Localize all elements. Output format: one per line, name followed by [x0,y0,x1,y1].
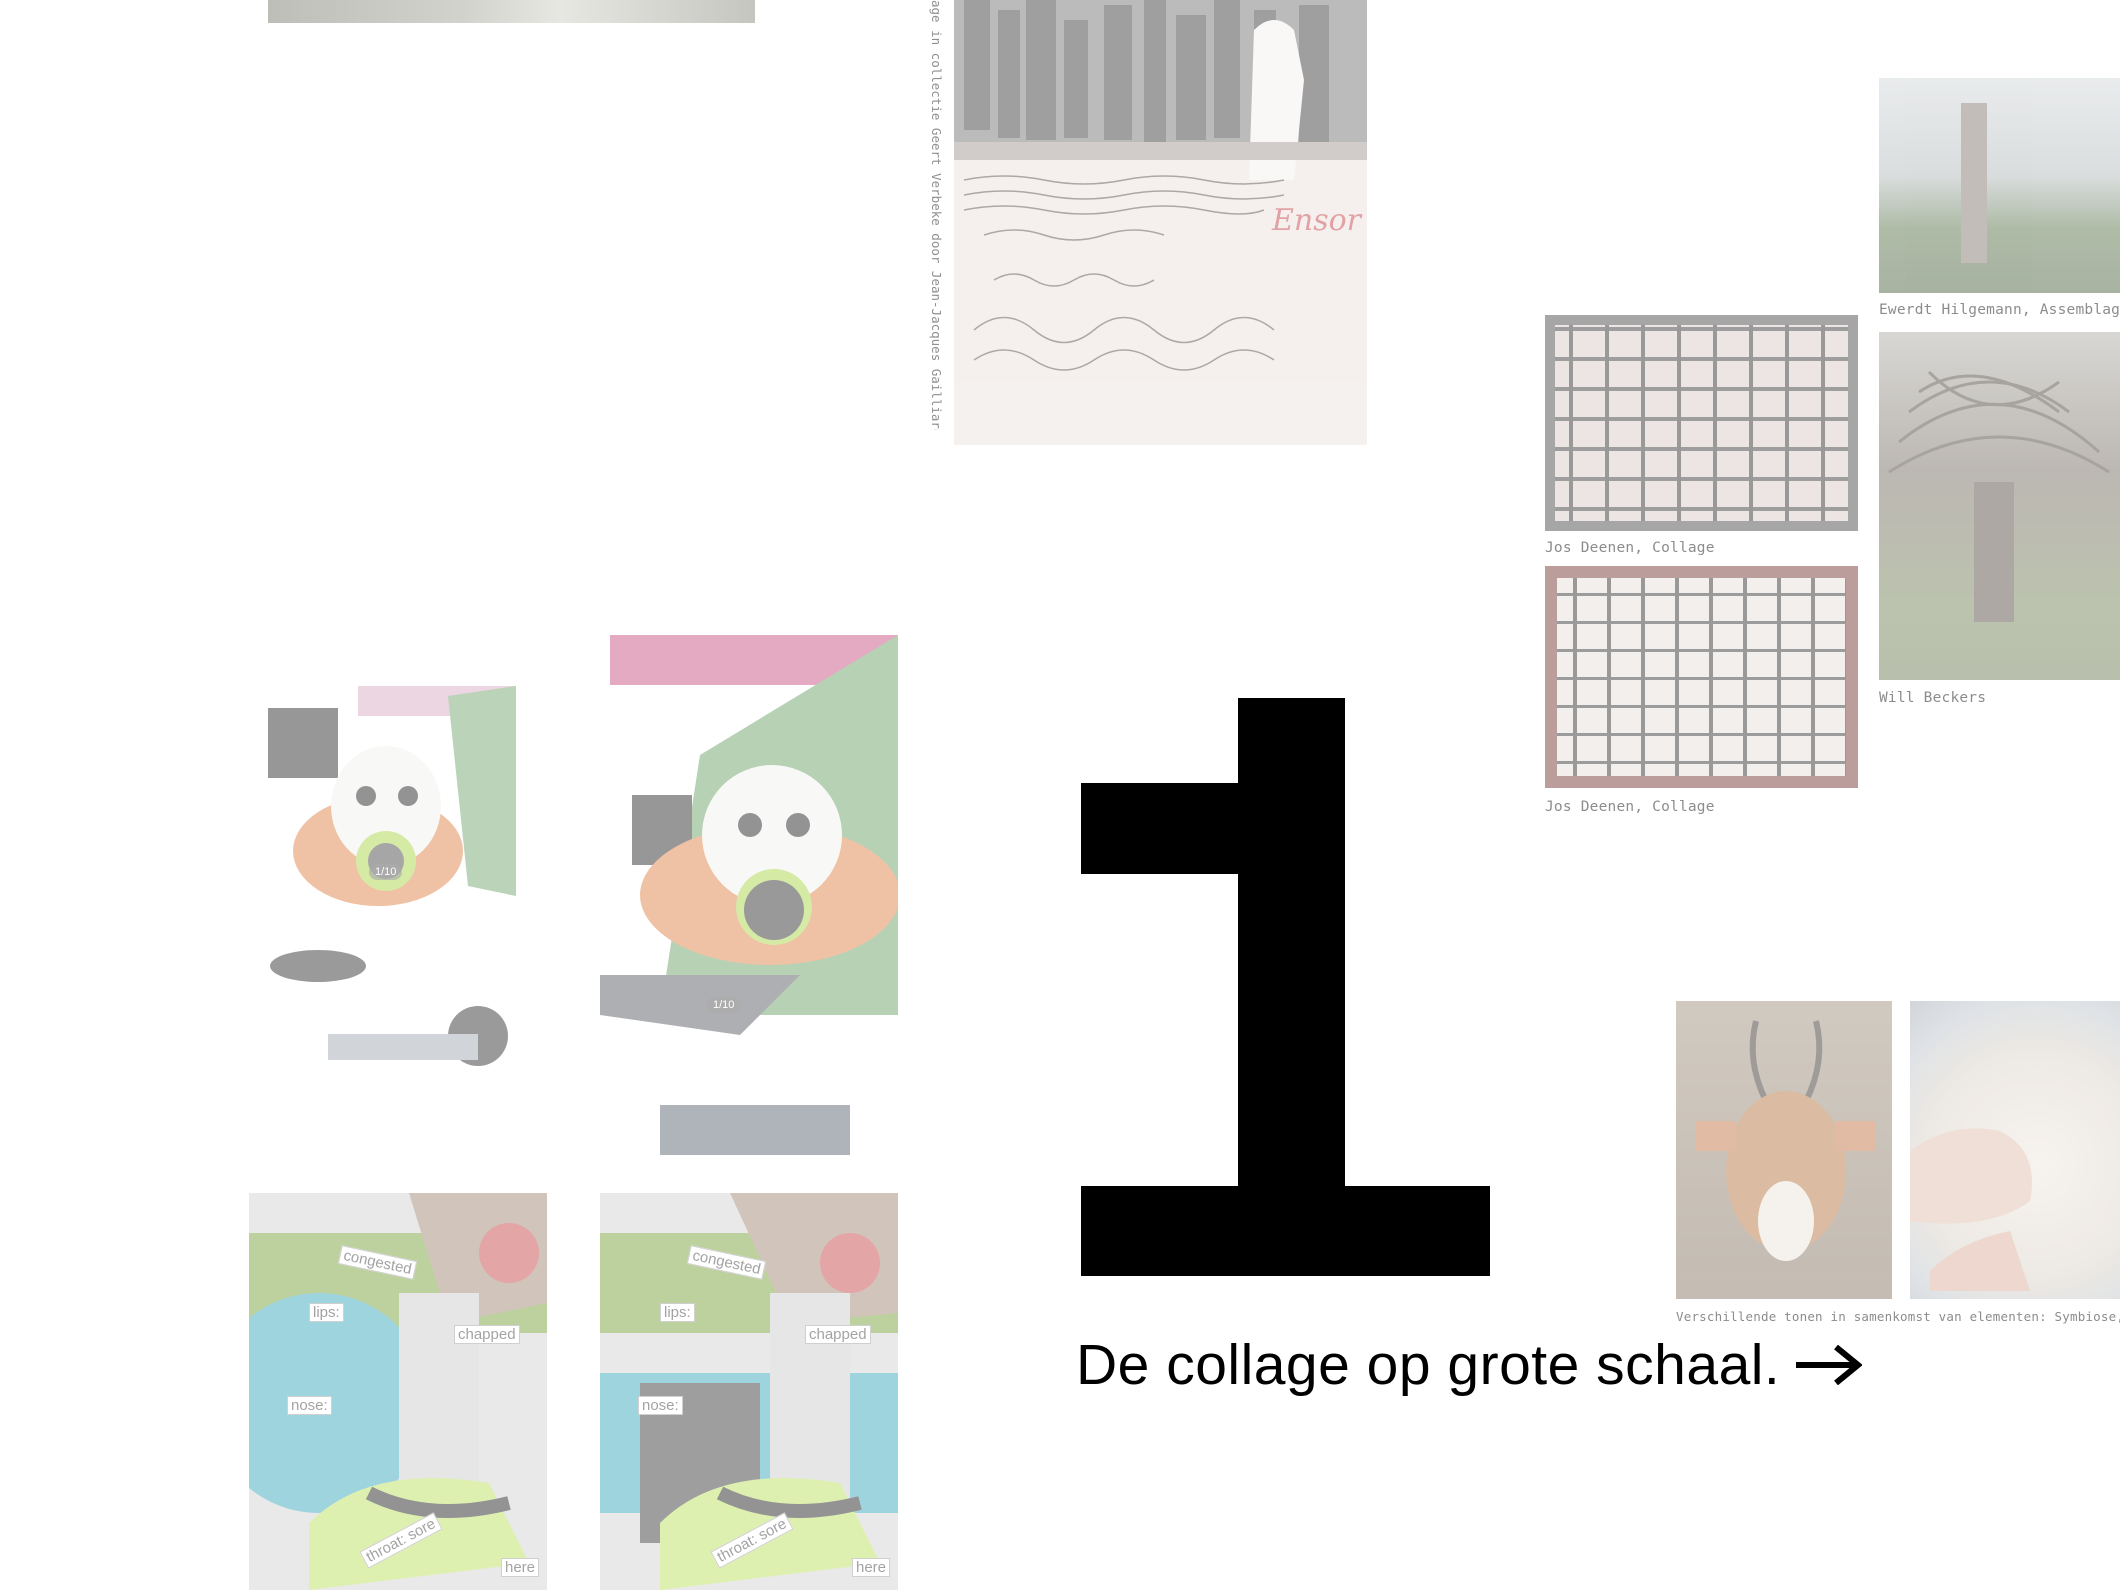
slide-counter-2: 1/10 [707,997,741,1013]
deenen-collage-top-image[interactable] [1545,315,1858,531]
sculpture-shape [1961,103,1987,263]
word-chapped-1: chapped [454,1325,520,1344]
vertical-caption: age in collectie Geert Verbeke door Jean… [929,0,944,430]
symbiose-caption: Verschillende tonen in samenkomst van el… [1676,1309,2120,1324]
deenen-grid-top [1555,325,1848,521]
ensor-postcard-image[interactable]: Ensor [954,0,1367,445]
word-lips-2: lips: [660,1303,695,1322]
tree-drawing [1888,370,2110,622]
dog-collage-drawing-2 [600,635,898,1155]
headline-text: De collage op grote schaal. [1076,1333,1781,1397]
sneaker-collage-image-2[interactable]: congested lips: chapped nose: throat: so… [600,1193,898,1590]
arrow-right-icon[interactable] [1796,1345,1863,1385]
sneaker-collage-image-1[interactable]: congested lips: chapped nose: throat: so… [249,1193,547,1590]
beckers-caption: Will Beckers [1879,690,1987,706]
beckers-tree-image[interactable] [1879,332,2120,680]
gazelle-image[interactable] [1676,1001,1892,1299]
gazelle-drawing [1696,1020,1876,1261]
word-here-2: here [852,1558,891,1577]
slide-counter-1: 1/10 [369,864,403,880]
hilgemann-caption: Ewerdt Hilgemann, Assemblage [1879,302,2120,318]
deenen-collage-bottom-image[interactable] [1545,566,1858,788]
word-chapped-2: chapped [805,1325,871,1344]
deenen-bottom-caption: Jos Deenen, Collage [1545,799,1715,815]
chapter-number-glyph [1081,698,1490,1276]
word-lips-1: lips: [309,1303,344,1322]
deenen-grid-bottom [1557,578,1846,776]
word-nose-1: nose: [287,1396,332,1415]
dough-bowl-image[interactable] [1910,1001,2120,1299]
postcard-drawing: Ensor [954,0,1367,371]
ensor-signature: Ensor [1271,203,1363,238]
hilgemann-assemblage-image[interactable] [1879,78,2120,293]
top-photo-strip [268,0,755,23]
chapter-number [1081,698,1490,1276]
dog-collage-image-1[interactable]: 1/10 [268,686,516,1070]
word-nose-2: nose: [638,1396,683,1415]
dog-collage-image-2[interactable]: 1/10 [600,635,898,1158]
word-here-1: here [501,1558,540,1577]
deenen-top-caption: Jos Deenen, Collage [1545,540,1715,556]
dough-drawing [1910,1128,2032,1291]
chapter-headline: De collage op grote schaal. [1076,1330,1863,1400]
